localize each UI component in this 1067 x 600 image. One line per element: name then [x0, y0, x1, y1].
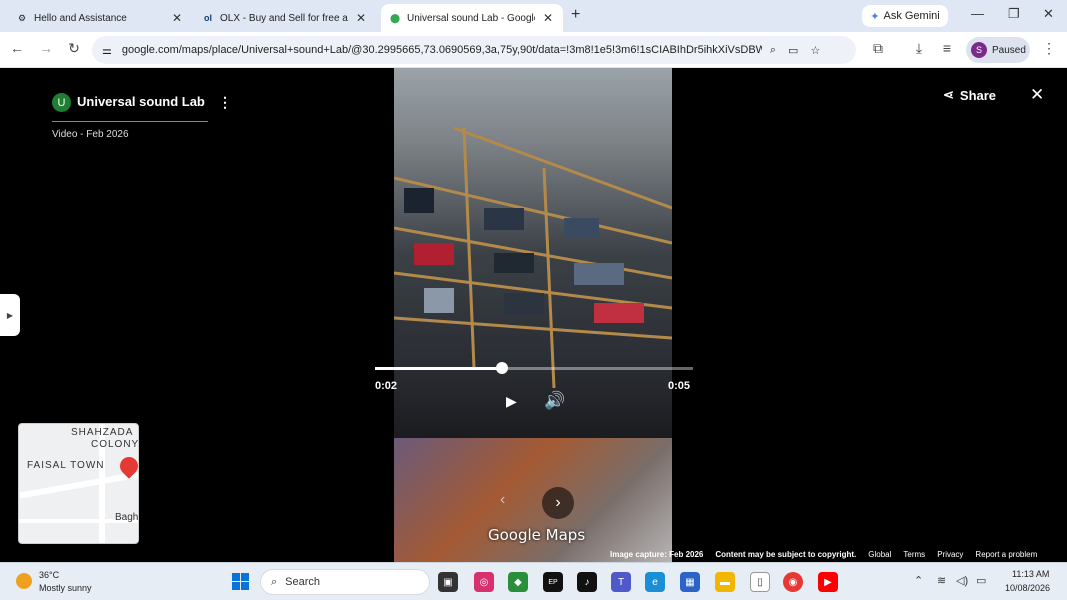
tab-title: Hello and Assistance: [34, 12, 127, 24]
youtube-icon[interactable]: ▶: [818, 572, 838, 592]
map-footer: Image capture: Feb 2026 Content may be s…: [610, 550, 1037, 559]
forward-arrow-icon[interactable]: →: [37, 40, 55, 56]
taskbar-search[interactable]: ⌕ Search: [260, 569, 430, 595]
extensions-icon[interactable]: ⧉: [869, 40, 887, 57]
chrome-icon[interactable]: ◉: [783, 572, 803, 592]
close-tab-icon[interactable]: ✕: [170, 11, 184, 25]
address-bar[interactable]: ⚌ google.com/maps/place/Universal+sound+…: [92, 36, 856, 64]
more-options-icon[interactable]: ⋮: [218, 94, 232, 111]
seek-bar[interactable]: [375, 362, 693, 374]
tab-olx[interactable]: ol OLX - Buy and Sell for free any ✕: [194, 4, 376, 32]
minimap[interactable]: SHAHZADA COLONY FAISAL TOWN Bagh: [18, 423, 139, 544]
start-button[interactable]: [232, 573, 249, 590]
footer-link-privacy[interactable]: Privacy: [937, 550, 963, 559]
tab-strip: ⚙ Hello and Assistance ✕ ol OLX - Buy an…: [0, 0, 1067, 32]
edge-icon[interactable]: e: [645, 572, 665, 592]
tiktok-icon[interactable]: ♪: [577, 572, 597, 592]
gemini-sparkle-icon: ✦: [870, 10, 880, 23]
show-hidden-icons[interactable]: ⌃: [914, 574, 923, 587]
wifi-icon[interactable]: ≋: [937, 574, 946, 587]
teams-icon[interactable]: T: [611, 572, 631, 592]
bookmark-star-icon[interactable]: ☆: [810, 44, 820, 57]
ask-gemini-label: Ask Gemini: [883, 10, 940, 22]
olx-icon: ol: [204, 13, 212, 23]
search-placeholder: Search: [285, 576, 321, 588]
expand-side-panel-button[interactable]: ▶: [0, 294, 20, 336]
epic-games-icon[interactable]: EP: [543, 572, 563, 592]
share-button[interactable]: ⋖ Share: [943, 87, 996, 103]
store-icon[interactable]: ▦: [680, 572, 700, 592]
footer-link-report[interactable]: Report a problem: [975, 550, 1037, 559]
sun-icon[interactable]: [16, 573, 32, 589]
task-view-icon[interactable]: ▣: [438, 572, 458, 592]
weather-temperature[interactable]: 36°C: [39, 570, 59, 580]
previous-photo-icon[interactable]: ‹: [500, 491, 505, 509]
video-frame-main: [394, 68, 672, 438]
reading-list-icon[interactable]: ≡: [938, 40, 956, 56]
copyright-notice: Content may be subject to copyright.: [715, 550, 857, 559]
seek-progress: [375, 367, 503, 370]
search-icon: ⌕: [271, 575, 278, 588]
restore-icon[interactable]: ❐: [1008, 6, 1020, 22]
footer-link-global[interactable]: Global: [868, 550, 891, 559]
current-time: 0:02: [375, 380, 398, 392]
address-url[interactable]: google.com/maps/place/Universal+sound+La…: [122, 44, 762, 56]
site-settings-icon[interactable]: ⚌: [102, 44, 112, 57]
avatar: S: [971, 42, 987, 58]
close-tab-icon[interactable]: ✕: [354, 11, 368, 25]
play-icon[interactable]: ▶: [506, 393, 517, 410]
video-player[interactable]: [394, 68, 672, 562]
map-label: SHAHZADA: [71, 427, 134, 438]
volume-icon[interactable]: 🔊: [544, 391, 565, 411]
place-underline: [52, 121, 208, 122]
browser-toolbar: ← → ↻ ⚌ google.com/maps/place/Universal+…: [0, 32, 1067, 68]
shelves-illustration: [394, 126, 672, 389]
cast-icon[interactable]: ▭: [788, 44, 798, 57]
back-arrow-icon[interactable]: ←: [8, 40, 26, 56]
maps-pin-icon: ⬤: [389, 12, 401, 23]
ask-gemini-button[interactable]: ✦ Ask Gemini: [862, 5, 948, 27]
file-explorer-icon[interactable]: ▬: [715, 572, 735, 592]
next-photo-button[interactable]: ›: [542, 487, 574, 519]
app-icon[interactable]: ◆: [508, 572, 528, 592]
share-icon: ⋖: [943, 87, 954, 102]
notepad-icon[interactable]: ▯: [750, 572, 770, 592]
google-maps-logo: Google Maps: [488, 526, 586, 544]
new-tab-button[interactable]: +: [571, 6, 580, 24]
speaker-icon[interactable]: ◁): [956, 574, 968, 587]
map-label: COLONY: [91, 439, 139, 450]
map-label: Bagh: [115, 512, 139, 523]
minimize-icon[interactable]: —: [971, 6, 984, 21]
zoom-icon[interactable]: ⌕: [770, 44, 776, 57]
battery-icon[interactable]: ▭: [976, 574, 986, 587]
tab-title: Universal sound Lab - Google M: [407, 12, 535, 24]
tab-universal-sound-lab[interactable]: ⬤ Universal sound Lab - Google M ✕: [381, 4, 563, 32]
download-icon[interactable]: ⤓: [910, 40, 928, 57]
photo-viewer: U Universal sound Lab ⋮ Video - Feb 2026…: [0, 68, 1067, 562]
total-duration: 0:05: [668, 380, 691, 392]
place-avatar: U: [52, 93, 71, 112]
close-window-icon[interactable]: ✕: [1043, 6, 1054, 22]
place-name[interactable]: Universal sound Lab: [77, 94, 205, 109]
instagram-icon[interactable]: ◎: [474, 572, 494, 592]
more-menu-icon[interactable]: ⋮: [1040, 40, 1058, 57]
gear-circle-icon: ⚙: [17, 12, 27, 23]
clock-time[interactable]: 11:13 AM: [1012, 569, 1049, 579]
video-date: Video - Feb 2026: [52, 129, 129, 140]
image-capture-date: Image capture: Feb 2026: [610, 550, 704, 559]
profile-status: Paused: [992, 44, 1026, 56]
reload-icon[interactable]: ↻: [65, 40, 83, 57]
map-road: [19, 471, 138, 499]
weather-description[interactable]: Mostly sunny: [39, 583, 92, 593]
profile-button[interactable]: S Paused: [966, 37, 1030, 63]
tab-title: OLX - Buy and Sell for free any: [220, 12, 348, 24]
footer-link-terms[interactable]: Terms: [903, 550, 925, 559]
share-label: Share: [959, 87, 997, 103]
tab-hello-assistance[interactable]: ⚙ Hello and Assistance ✕: [8, 4, 192, 32]
map-label: FAISAL TOWN: [27, 460, 105, 471]
close-tab-icon[interactable]: ✕: [541, 11, 555, 25]
windows-taskbar: 36°C Mostly sunny ⌕ Search ▣ ◎ ◆ EP ♪ T …: [0, 562, 1067, 600]
close-viewer-icon[interactable]: ✕: [1030, 85, 1044, 105]
clock-date[interactable]: 10/08/2026: [1005, 583, 1050, 593]
